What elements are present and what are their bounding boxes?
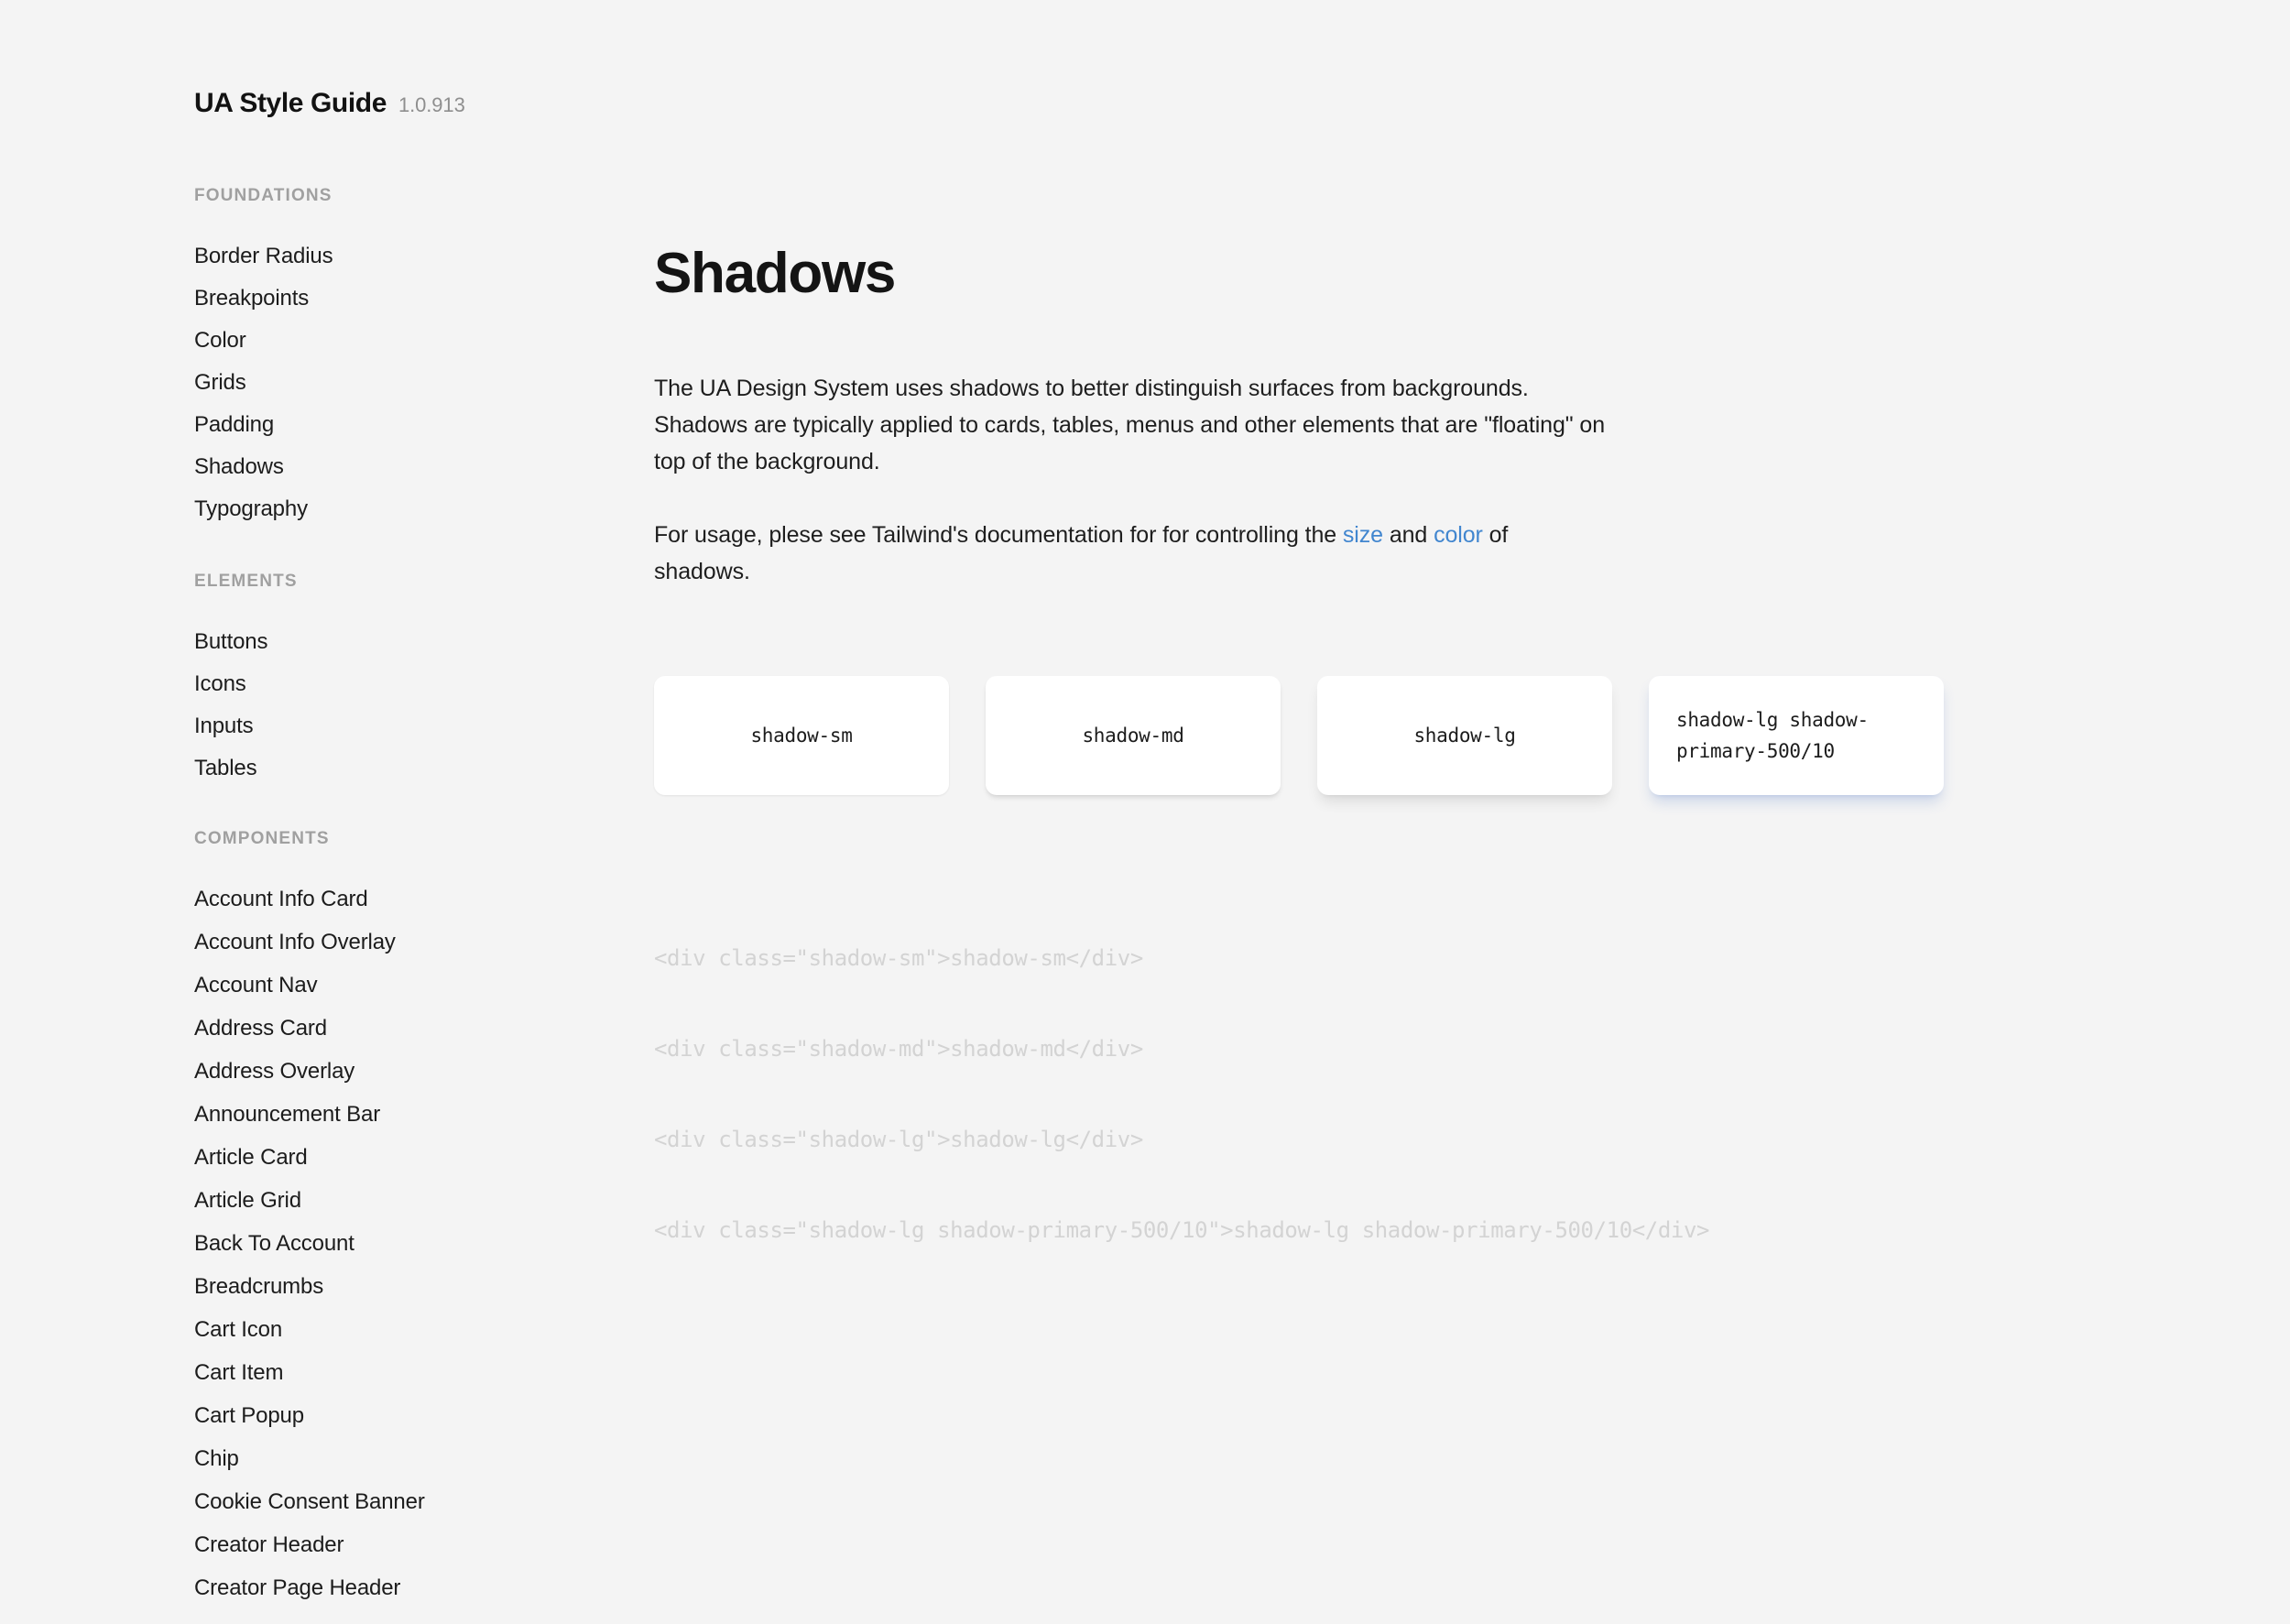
sidebar-item-icons[interactable]: Icons <box>194 673 641 695</box>
code-line-shadow-lg-primary: <div class="shadow-lg shadow-primary-500… <box>654 1217 1710 1243</box>
sidebar: UA Style Guide 1.0.913 FOUNDATIONS Borde… <box>0 0 641 1624</box>
sidebar-item-cookie-consent-banner[interactable]: Cookie Consent Banner <box>194 1491 641 1513</box>
sidebar-item-article-card[interactable]: Article Card <box>194 1147 641 1169</box>
sidebar-item-address-overlay[interactable]: Address Overlay <box>194 1061 641 1083</box>
shadow-card-lg-primary-label: shadow-lg shadow-primary-500/10 <box>1676 709 1869 762</box>
sidebar-item-account-nav[interactable]: Account Nav <box>194 975 641 997</box>
shadow-card-md: shadow-md <box>986 676 1281 795</box>
shadow-card-sm-label: shadow-sm <box>750 725 853 747</box>
style-guide-page: UA Style Guide 1.0.913 FOUNDATIONS Borde… <box>0 0 2290 1624</box>
shadow-card-grid: shadow-sm shadow-md shadow-lg shadow-lg … <box>654 676 2290 795</box>
sidebar-item-creator-header[interactable]: Creator Header <box>194 1534 641 1556</box>
sidebar-heading-elements: ELEMENTS <box>194 572 298 591</box>
sidebar-item-typography[interactable]: Typography <box>194 498 641 520</box>
sidebar-item-account-info-overlay[interactable]: Account Info Overlay <box>194 932 641 954</box>
code-line-shadow-lg: <div class="shadow-lg">shadow-lg</div> <box>654 1127 1143 1152</box>
usage-paragraph: For usage, plese see Tailwind's document… <box>654 517 1607 590</box>
sidebar-item-back-to-account[interactable]: Back To Account <box>194 1233 641 1255</box>
sidebar-item-creator-page-header[interactable]: Creator Page Header <box>194 1577 641 1599</box>
main-content: Shadows The UA Design System uses shadow… <box>654 0 2290 1624</box>
code-line-shadow-sm: <div class="shadow-sm">shadow-sm</div> <box>654 945 1143 971</box>
sidebar-item-cart-icon[interactable]: Cart Icon <box>194 1319 641 1341</box>
sidebar-item-cart-popup[interactable]: Cart Popup <box>194 1405 641 1427</box>
sidebar-item-address-card[interactable]: Address Card <box>194 1018 641 1040</box>
brand-version: 1.0.913 <box>398 93 465 116</box>
code-example-block: <div class="shadow-sm">shadow-sm</div> <… <box>654 883 2290 1306</box>
sidebar-item-border-radius[interactable]: Border Radius <box>194 245 641 267</box>
usage-text-before: For usage, plese see Tailwind's document… <box>654 522 1343 548</box>
sidebar-item-buttons[interactable]: Buttons <box>194 631 641 653</box>
code-line-shadow-md: <div class="shadow-md">shadow-md</div> <box>654 1036 1143 1062</box>
sidebar-item-chip[interactable]: Chip <box>194 1448 641 1470</box>
sidebar-item-tables[interactable]: Tables <box>194 758 641 779</box>
sidebar-item-inputs[interactable]: Inputs <box>194 715 641 737</box>
usage-text-between: and <box>1382 522 1434 548</box>
sidebar-item-article-grid[interactable]: Article Grid <box>194 1190 641 1212</box>
shadow-card-sm: shadow-sm <box>654 676 949 795</box>
sidebar-item-cart-item[interactable]: Cart Item <box>194 1362 641 1384</box>
sidebar-item-breadcrumbs[interactable]: Breadcrumbs <box>194 1276 641 1298</box>
sidebar-item-breakpoints[interactable]: Breakpoints <box>194 288 641 310</box>
sidebar-section-foundations: FOUNDATIONS Border Radius Breakpoints Co… <box>194 186 641 520</box>
shadow-card-lg: shadow-lg <box>1317 676 1612 795</box>
sidebar-section-elements: ELEMENTS Buttons Icons Inputs Tables <box>194 572 641 779</box>
brand-header[interactable]: UA Style Guide 1.0.913 <box>194 88 641 118</box>
sidebar-item-shadows[interactable]: Shadows <box>194 456 641 478</box>
shadow-card-md-label: shadow-md <box>1082 725 1184 747</box>
sidebar-heading-foundations: FOUNDATIONS <box>194 186 333 205</box>
sidebar-item-announcement-bar[interactable]: Announcement Bar <box>194 1104 641 1126</box>
page-title: Shadows <box>654 242 896 305</box>
link-size[interactable]: size <box>1343 522 1383 548</box>
link-color[interactable]: color <box>1434 522 1483 548</box>
sidebar-section-components: COMPONENTS Account Info Card Account Inf… <box>194 829 641 1599</box>
sidebar-item-grids[interactable]: Grids <box>194 372 641 394</box>
shadow-card-lg-primary: shadow-lg shadow-primary-500/10 <box>1649 676 1944 795</box>
brand-title: UA Style Guide <box>194 88 387 118</box>
intro-paragraph: The UA Design System uses shadows to bet… <box>654 376 1606 474</box>
sidebar-item-account-info-card[interactable]: Account Info Card <box>194 888 641 910</box>
sidebar-item-color[interactable]: Color <box>194 330 641 352</box>
sidebar-item-padding[interactable]: Padding <box>194 414 641 436</box>
sidebar-heading-components: COMPONENTS <box>194 829 330 848</box>
shadow-card-lg-label: shadow-lg <box>1413 725 1516 747</box>
